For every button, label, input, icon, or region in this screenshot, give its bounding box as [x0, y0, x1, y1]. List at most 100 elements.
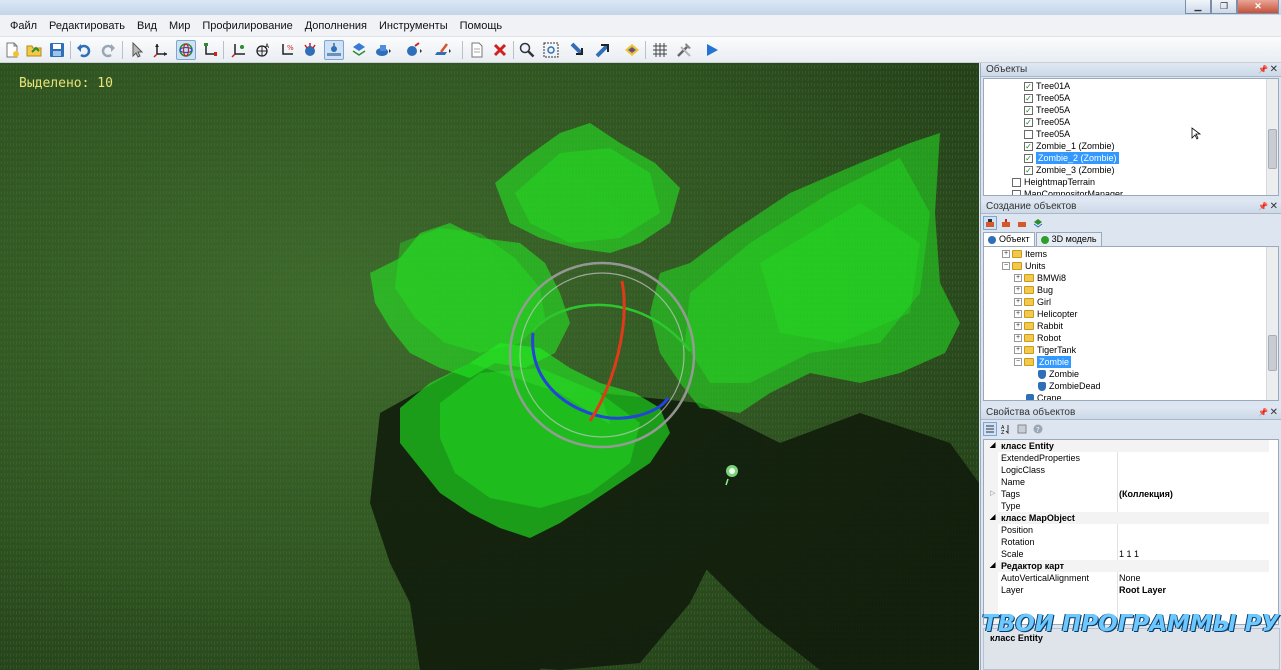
help-icon[interactable]: ?: [1031, 422, 1045, 436]
close-icon[interactable]: ✕: [1270, 200, 1278, 214]
prop-row[interactable]: ExtendedProperties: [984, 452, 1269, 464]
terrain-icon[interactable]: [324, 40, 344, 60]
tree-node-folder-selected[interactable]: − Zombie: [1014, 356, 1072, 368]
prop-row[interactable]: Type: [984, 500, 1269, 512]
close-button[interactable]: ✕: [1237, 0, 1279, 14]
select-arrow-icon[interactable]: [127, 40, 147, 60]
scene-render[interactable]: [0, 63, 979, 670]
open-file-icon[interactable]: [24, 40, 44, 60]
expand-icon[interactable]: +: [1014, 334, 1022, 342]
menu-edit[interactable]: Редактировать: [43, 20, 131, 32]
objects-tree-item[interactable]: ✓ Tree05A: [1024, 116, 1070, 128]
prop-category-entity[interactable]: ◢ класс Entity: [984, 440, 1269, 452]
scroll-thumb[interactable]: [1268, 335, 1277, 371]
scroll-thumb[interactable]: [1268, 129, 1277, 169]
paint-icon[interactable]: [300, 40, 320, 60]
place-layer-icon[interactable]: [1031, 216, 1045, 230]
prop-row[interactable]: LogicClass: [984, 464, 1269, 476]
menu-help[interactable]: Помощь: [454, 20, 509, 32]
checkbox[interactable]: ✓: [1024, 117, 1033, 127]
grid-snap-icon[interactable]: A: [253, 40, 273, 60]
place-brush-icon[interactable]: [999, 216, 1013, 230]
menu-world[interactable]: Мир: [163, 20, 196, 32]
objects-tree-item[interactable]: MapCompositorManager: [1012, 188, 1123, 195]
prop-row[interactable]: Name: [984, 476, 1269, 488]
import-icon[interactable]: [569, 40, 589, 60]
menu-view[interactable]: Вид: [131, 20, 163, 32]
expand-icon[interactable]: +: [1014, 274, 1022, 282]
checkbox[interactable]: [1012, 177, 1021, 187]
object-icon[interactable]: [373, 40, 393, 60]
pin-icon[interactable]: 📌: [1258, 200, 1268, 214]
checkbox[interactable]: ✓: [1024, 153, 1033, 163]
objects-tree-item[interactable]: ✓ Zombie_1 (Zombie): [1024, 140, 1115, 152]
prop-row[interactable]: Scale 1 1 1: [984, 548, 1269, 560]
expand-icon[interactable]: +: [1014, 322, 1022, 330]
tools-icon[interactable]: [674, 40, 694, 60]
create-tree[interactable]: + Items − Units + BMWi8 + Bug + Girl + Helicop…: [983, 246, 1279, 401]
layer-icon[interactable]: [349, 40, 369, 60]
property-grid[interactable]: ◢ класс Entity ExtendedProperties LogicCl…: [983, 439, 1279, 625]
export-icon[interactable]: [594, 40, 614, 60]
close-icon[interactable]: ✕: [1270, 406, 1278, 420]
tree-node-folder[interactable]: + Rabbit: [1014, 320, 1063, 332]
collapse-arrow-icon[interactable]: ◢: [990, 560, 995, 572]
prop-row[interactable]: Layer Root Layer: [984, 584, 1269, 596]
objects-tree-item[interactable]: Tree05A: [1024, 128, 1070, 140]
tree-node-folder[interactable]: + Helicopter: [1014, 308, 1078, 320]
place-object-icon[interactable]: [983, 216, 997, 230]
property-pages-icon[interactable]: [1015, 422, 1029, 436]
tab-object[interactable]: Объект: [983, 232, 1035, 246]
pin-icon[interactable]: 📌: [1258, 406, 1268, 420]
tree-node-unit[interactable]: Crane: [1026, 392, 1062, 400]
menu-file[interactable]: Файл: [4, 20, 43, 32]
tree-node-folder[interactable]: + BMWi8: [1014, 272, 1066, 284]
snap-axes-icon[interactable]: [229, 40, 249, 60]
place-area-icon[interactable]: [1015, 216, 1029, 230]
alphabetical-icon[interactable]: AZ: [999, 422, 1013, 436]
delete-icon[interactable]: [490, 40, 510, 60]
prop-category-map-editor[interactable]: ◢ Редактор карт: [984, 560, 1269, 572]
paint-layer-icon[interactable]: [433, 40, 453, 60]
prop-row[interactable]: ▷ Tags (Коллекция): [984, 488, 1269, 500]
undo-icon[interactable]: [74, 40, 94, 60]
brush-icon[interactable]: [404, 40, 424, 60]
collapse-arrow-icon[interactable]: ◢: [990, 440, 995, 452]
axis-percent-icon[interactable]: %: [277, 40, 297, 60]
save-icon[interactable]: [47, 40, 67, 60]
tree-node-folder[interactable]: + Items: [1002, 248, 1047, 260]
categorized-icon[interactable]: [983, 422, 997, 436]
tree-node-folder[interactable]: − Units: [1002, 260, 1046, 272]
tab-3d-model[interactable]: 3D модель: [1035, 232, 1102, 246]
tree-node-folder[interactable]: + Girl: [1014, 296, 1051, 308]
grid-icon[interactable]: [650, 40, 670, 60]
checkbox[interactable]: ✓: [1024, 81, 1033, 91]
objects-tree-item[interactable]: ✓ Tree05A: [1024, 92, 1070, 104]
objects-tree-item[interactable]: ✓ Zombie_3 (Zombie): [1024, 164, 1115, 176]
tree-node-unit[interactable]: Zombie: [1038, 368, 1079, 380]
objects-tree-item-selected[interactable]: ✓ Zombie_2 (Zombie): [1024, 152, 1119, 164]
play-icon[interactable]: [702, 40, 722, 60]
pin-icon[interactable]: 📌: [1258, 63, 1268, 77]
objects-scrollbar[interactable]: [1266, 79, 1278, 195]
objects-tree-item[interactable]: ✓ Tree05A: [1024, 104, 1070, 116]
collapse-icon[interactable]: −: [1002, 262, 1010, 270]
prop-category-mapobject[interactable]: ◢ класс MapObject: [984, 512, 1269, 524]
scene-viewport[interactable]: Выделено: 10: [0, 63, 979, 670]
expand-icon[interactable]: +: [1014, 298, 1022, 306]
close-icon[interactable]: ✕: [1270, 63, 1278, 77]
objects-tree-item[interactable]: HeightmapTerrain: [1012, 176, 1095, 188]
expand-icon[interactable]: +: [1014, 286, 1022, 294]
expand-icon[interactable]: +: [1014, 346, 1022, 354]
checkbox[interactable]: ✓: [1024, 165, 1033, 175]
prop-row[interactable]: AutoVerticalAlignment None: [984, 572, 1269, 584]
minimize-button[interactable]: ▁: [1185, 0, 1211, 14]
redo-icon[interactable]: [98, 40, 118, 60]
expand-icon[interactable]: +: [1002, 250, 1010, 258]
objects-tree-item[interactable]: ✓ Tree01A: [1024, 80, 1070, 92]
document-icon[interactable]: [467, 40, 487, 60]
tree-node-unit[interactable]: ZombieDead: [1038, 380, 1101, 392]
palette-icon[interactable]: [622, 40, 642, 60]
tree-node-folder[interactable]: + Bug: [1014, 284, 1053, 296]
create-tree-scrollbar[interactable]: [1266, 247, 1278, 400]
